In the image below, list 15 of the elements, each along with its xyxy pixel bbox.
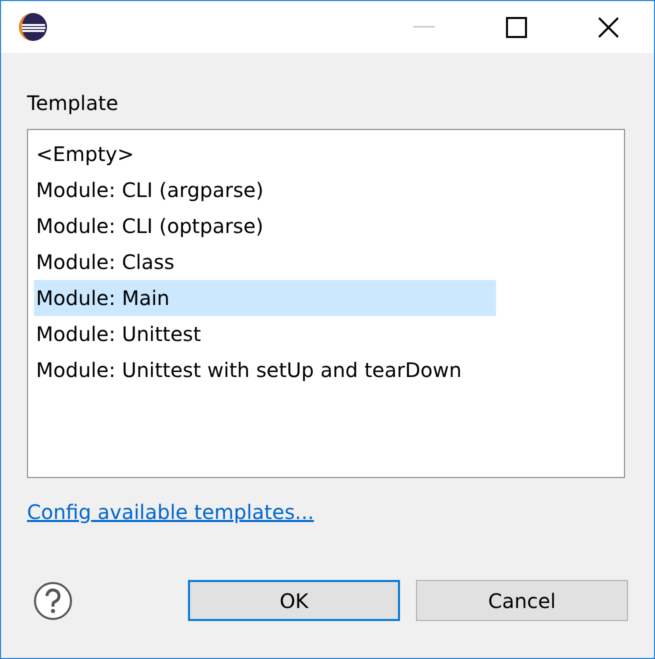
template-item[interactable]: Module: Class	[34, 244, 496, 280]
close-icon[interactable]	[598, 16, 618, 38]
template-item[interactable]: <Empty>	[34, 136, 496, 172]
maximize-icon[interactable]	[506, 16, 526, 38]
template-label: Template	[27, 91, 118, 115]
template-item[interactable]: Module: CLI (argparse)	[34, 172, 496, 208]
app-logo-icon	[18, 12, 48, 42]
dialog-button[interactable]: OK	[188, 580, 400, 621]
help-icon[interactable]	[33, 580, 73, 620]
template-item[interactable]: Module: Unittest	[34, 316, 496, 352]
config-templates-link[interactable]: Config available templates...	[27, 500, 314, 524]
dialog-button[interactable]: Cancel	[416, 580, 628, 621]
template-item[interactable]: Module: Unittest with setUp and tearDown	[34, 352, 496, 388]
template-item[interactable]: Module: Main	[34, 280, 496, 316]
template-item[interactable]: Module: CLI (optparse)	[34, 208, 496, 244]
